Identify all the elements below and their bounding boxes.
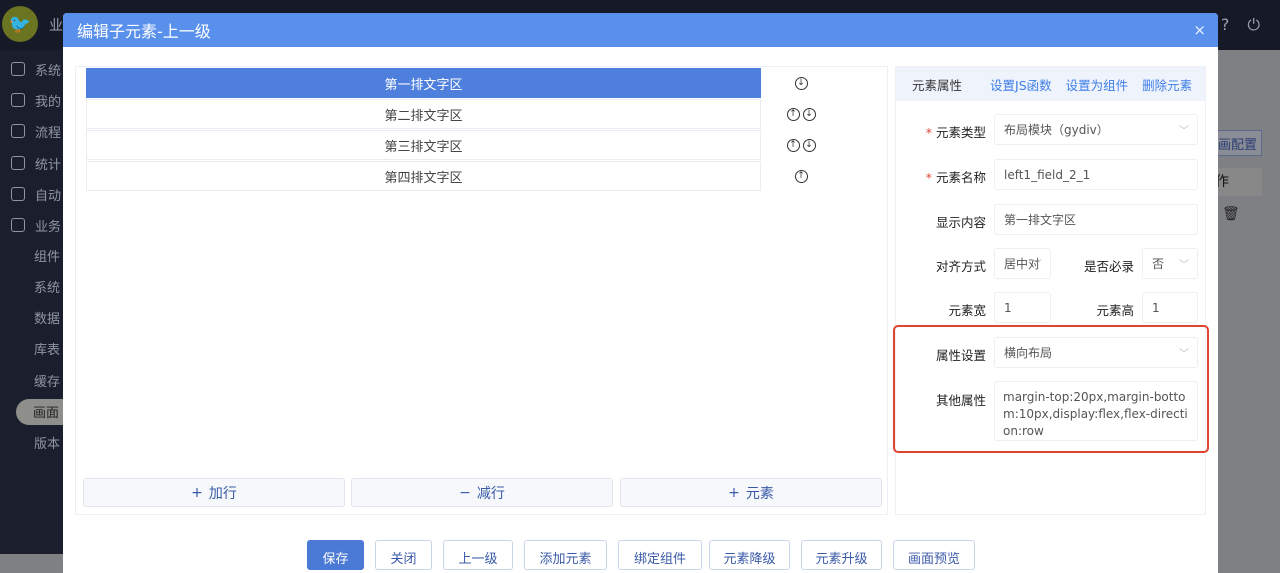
row-move-controls: ↑ ↓ xyxy=(766,130,836,160)
delete-element-link[interactable]: 删除元素 xyxy=(1142,75,1192,94)
auto-icon xyxy=(11,187,25,201)
sidebar-item[interactable]: 统计 xyxy=(0,150,63,176)
move-down-icon[interactable]: ↓ xyxy=(802,107,816,121)
attribute-setting-select[interactable]: 横向布局 ﹀ xyxy=(994,337,1198,368)
move-down-icon[interactable]: ↓ xyxy=(794,76,808,90)
sidebar-item-label: 流程 xyxy=(35,125,62,141)
sidebar-subitem[interactable]: 缓存 xyxy=(0,367,63,393)
footer-button[interactable]: 添加元素 xyxy=(524,540,607,570)
footer-button[interactable]: 元素升级 xyxy=(801,540,882,570)
sidebar-item[interactable]: 自动 xyxy=(0,181,63,207)
add-row-label: 加行 xyxy=(208,485,237,502)
chevron-down-icon: ﹀ xyxy=(1179,126,1189,137)
sidebar-subitem[interactable]: 系统 xyxy=(0,273,63,299)
business-icon xyxy=(11,218,25,232)
stats-icon xyxy=(11,156,25,170)
screen-config-button[interactable]: 画配置 xyxy=(1212,130,1262,156)
add-element-button[interactable]: + 元素 xyxy=(620,478,882,507)
width-label: 元素宽 xyxy=(948,303,986,318)
required-select[interactable]: 否 ﹀ xyxy=(1142,248,1198,279)
element-properties-panel: 元素属性 设置JS函数 设置为组件 删除元素 * 元素类型 布局模块（gydiv）… xyxy=(893,66,1209,515)
display-content-input[interactable]: 第一排文字区 xyxy=(994,204,1198,235)
element-type-select[interactable]: 布局模块（gydiv） ﹀ xyxy=(994,114,1198,145)
desktop-icon xyxy=(11,93,25,107)
add-row-button[interactable]: + 加行 xyxy=(83,478,345,507)
plus-icon: + xyxy=(191,484,203,501)
footer-button[interactable]: 保存 xyxy=(307,540,364,570)
sidebar-item[interactable]: 系统 xyxy=(0,56,63,82)
attribute-setting-label: 属性设置 xyxy=(935,348,986,363)
required-label: 是否必录 xyxy=(1083,259,1134,274)
chevron-down-icon: ﹀ xyxy=(1179,260,1189,271)
element-row[interactable]: 第三排文字区 xyxy=(86,130,761,160)
sidebar-subitem[interactable]: 数据 xyxy=(0,305,63,331)
plus-icon: + xyxy=(728,484,740,501)
minus-icon: − xyxy=(459,484,471,501)
sidebar-item[interactable]: 业务 xyxy=(0,212,63,238)
row-move-controls: ↓ xyxy=(766,68,836,98)
display-content-label: 显示内容 xyxy=(935,215,986,230)
sidebar-subitem[interactable]: 库表 xyxy=(0,336,63,362)
chevron-down-icon: ﹀ xyxy=(1179,349,1189,360)
align-select[interactable]: 居中对 ﹀ xyxy=(994,248,1051,279)
remove-row-button[interactable]: − 减行 xyxy=(351,478,613,507)
move-down-icon[interactable]: ↓ xyxy=(802,138,816,152)
move-up-icon[interactable]: ↑ xyxy=(786,107,800,121)
set-as-component-link[interactable]: 设置为组件 xyxy=(1066,75,1129,94)
flow-icon xyxy=(11,124,25,138)
sidebar-item[interactable]: 我的 xyxy=(0,87,63,113)
chevron-down-icon: ﹀ xyxy=(1032,260,1042,271)
rows-panel: 第一排文字区 ↓ 第二排文字区 ↑ ↓ 第三排文字区 ↑ ↓ 第四排文字区 ↑ + 加行 − 减行 +… xyxy=(75,66,888,515)
sidebar-item-label: 我的 xyxy=(35,94,62,110)
dialog-header: 编辑子元素-上一级 × xyxy=(63,13,1218,47)
remove-row-label: 减行 xyxy=(476,485,505,502)
sidebar-subitem[interactable]: 组件 xyxy=(0,242,63,268)
sidebar-item-label: 统计 xyxy=(35,157,62,173)
row-move-controls: ↑ ↓ xyxy=(766,99,836,129)
logo-bird-icon: 🐦 xyxy=(2,6,38,42)
other-attributes-label: 其他属性 xyxy=(935,393,986,408)
set-js-function-link[interactable]: 设置JS函数 xyxy=(990,75,1052,94)
edit-child-element-dialog: 编辑子元素-上一级 × 第一排文字区 ↓ 第二排文字区 ↑ ↓ 第三排文字区 ↑ ↓ 第四排文字… xyxy=(63,13,1218,573)
footer-button[interactable]: 绑定组件 xyxy=(618,540,702,570)
footer-button[interactable]: 元素降级 xyxy=(709,540,790,570)
close-icon[interactable]: × xyxy=(1193,21,1206,39)
other-attributes-textarea[interactable]: margin-top:20px,margin-bottom:10px,displ… xyxy=(994,381,1198,441)
element-name-label: * 元素名称 xyxy=(925,170,986,185)
sidebar-item-label: 业务 xyxy=(35,219,62,235)
footer-button[interactable]: 画面预览 xyxy=(893,540,975,570)
sidebar-item[interactable]: 流程 xyxy=(0,118,63,144)
settings-icon xyxy=(11,62,25,76)
power-icon[interactable]: ⏻ xyxy=(1247,15,1260,35)
add-element-label: 元素 xyxy=(745,485,774,502)
element-type-label: * 元素类型 xyxy=(925,125,986,140)
height-label: 元素高 xyxy=(1096,303,1134,318)
height-input[interactable]: 1 xyxy=(1142,292,1198,323)
help-icon[interactable]: ? xyxy=(1221,15,1230,35)
move-up-icon[interactable]: ↑ xyxy=(786,138,800,152)
footer-button[interactable]: 上一级 xyxy=(443,540,513,570)
element-row[interactable]: 第二排文字区 xyxy=(86,99,761,129)
footer-button[interactable]: 关闭 xyxy=(375,540,432,570)
app-title: 业 xyxy=(49,18,63,34)
width-input[interactable]: 1 xyxy=(994,292,1051,323)
element-row[interactable]: 第一排文字区 xyxy=(86,68,761,98)
dialog-title: 编辑子元素-上一级 xyxy=(77,22,211,41)
trash-icon[interactable]: 🗑 xyxy=(1222,206,1240,222)
element-row[interactable]: 第四排文字区 xyxy=(86,161,761,191)
move-up-icon[interactable]: ↑ xyxy=(794,169,808,183)
sidebar-item-label: 自动 xyxy=(35,188,62,204)
panel-title: 元素属性 xyxy=(912,77,963,93)
sidebar-subitem[interactable]: 版本 xyxy=(0,430,63,456)
align-label: 对齐方式 xyxy=(935,259,986,274)
element-name-input[interactable]: left1_field_2_1 xyxy=(994,159,1198,190)
sidebar-item-label: 系统 xyxy=(35,63,62,79)
row-move-controls: ↑ xyxy=(766,161,836,191)
